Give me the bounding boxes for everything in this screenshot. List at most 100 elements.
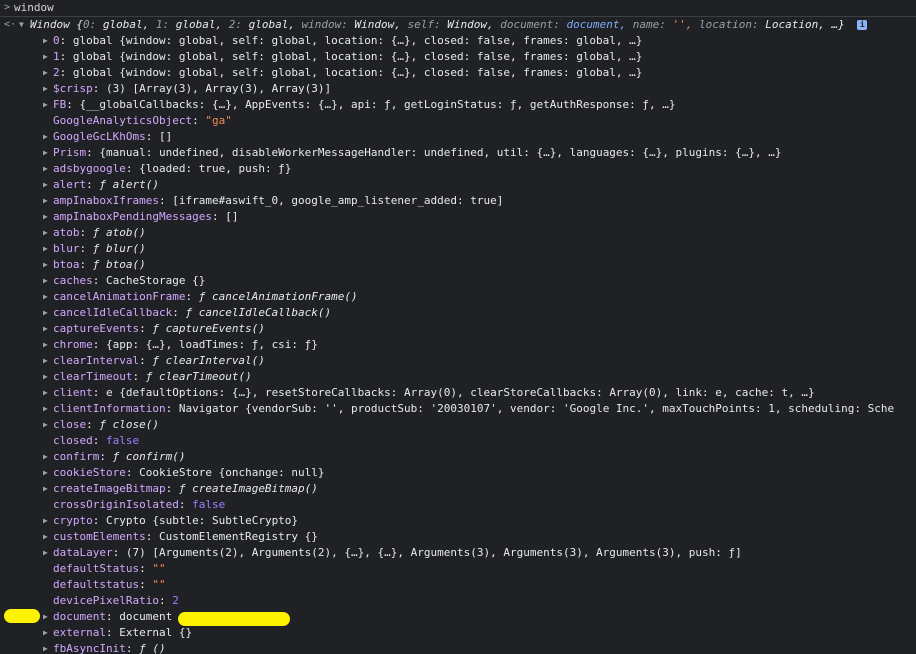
expand-triangle-icon[interactable]: ▶ bbox=[43, 401, 48, 417]
summary-key: 2: bbox=[228, 18, 249, 31]
summary-value: Window, bbox=[447, 18, 501, 31]
property-row[interactable]: ▶ ampInaboxIframes: [iframe#aswift_0, goo… bbox=[0, 193, 916, 209]
expand-triangle-icon[interactable]: ▶ bbox=[43, 449, 48, 465]
property-row[interactable]: ▶ atob: ƒ atob() bbox=[0, 225, 916, 241]
summary-key: document: bbox=[500, 18, 567, 31]
property-row[interactable]: ▶ dataLayer: (7) [Arguments(2), Arguments… bbox=[0, 545, 916, 561]
expand-triangle-icon[interactable]: ▶ bbox=[43, 481, 48, 497]
info-icon[interactable]: i bbox=[857, 20, 868, 30]
expand-triangle-icon[interactable]: ▶ bbox=[43, 545, 48, 561]
expand-triangle-icon[interactable]: ▶ bbox=[43, 609, 48, 625]
property-row[interactable]: ▶ FB: {__globalCallbacks: {…}, AppEvents:… bbox=[0, 97, 916, 113]
property-row[interactable]: ▶ client: e {defaultOptions: {…}, resetSt… bbox=[0, 385, 916, 401]
property-value: e {defaultOptions: {…}, resetStoreCallba… bbox=[106, 386, 815, 399]
expand-triangle-icon[interactable]: ▶ bbox=[43, 161, 48, 177]
property-value: (7) [Arguments(2), Arguments(2), {…}, {…… bbox=[125, 546, 742, 559]
expand-triangle-icon[interactable]: ▶ bbox=[43, 49, 48, 65]
property-row[interactable]: ▶ GoogleGcLKhOms: [] bbox=[0, 129, 916, 145]
property-key: external bbox=[53, 626, 106, 639]
property-key: FB bbox=[53, 98, 67, 111]
expand-triangle-icon[interactable]: ▶ bbox=[43, 145, 48, 161]
expand-triangle-icon[interactable]: ▶ bbox=[43, 65, 48, 81]
expand-triangle-icon[interactable]: ▶ bbox=[43, 321, 48, 337]
result-summary[interactable]: <· ▼ Window {0: global, 1: global, 2: gl… bbox=[0, 17, 916, 33]
expand-triangle-icon[interactable]: ▶ bbox=[43, 97, 48, 113]
property-value: ƒ alert() bbox=[99, 178, 159, 191]
property-value: ƒ confirm() bbox=[112, 450, 186, 463]
expand-triangle-icon[interactable]: ▶ bbox=[43, 129, 48, 145]
property-row[interactable]: ▶ 1: global {window: global, self: global… bbox=[0, 49, 916, 65]
property-row[interactable]: ▶ 2: global {window: global, self: global… bbox=[0, 65, 916, 81]
property-colon: : bbox=[86, 418, 100, 431]
property-row[interactable]: ▶ btoa: ƒ btoa() bbox=[0, 257, 916, 273]
expand-triangle-icon[interactable]: ▼ bbox=[19, 17, 24, 33]
property-row[interactable]: ▶ clientInformation: Navigator {vendorSub… bbox=[0, 401, 916, 417]
expand-triangle-icon[interactable]: ▶ bbox=[43, 257, 48, 273]
property-row[interactable]: ▶ $crisp: (3) [Array(3), Array(3), Array(… bbox=[0, 81, 916, 97]
property-row[interactable]: ▶ alert: ƒ alert() bbox=[0, 177, 916, 193]
property-value: "ga" bbox=[205, 114, 232, 127]
property-value: (3) [Array(3), Array(3), Array(3)] bbox=[106, 82, 332, 95]
expand-triangle-icon[interactable]: ▶ bbox=[43, 337, 48, 353]
console-input-line[interactable]: > window bbox=[0, 0, 916, 17]
expand-triangle-icon[interactable]: ▶ bbox=[43, 353, 48, 369]
property-row[interactable]: ▶ captureEvents: ƒ captureEvents() bbox=[0, 321, 916, 337]
expand-triangle-icon[interactable]: ▶ bbox=[43, 273, 48, 289]
property-row[interactable]: ▶ caches: CacheStorage {} bbox=[0, 273, 916, 289]
property-row[interactable]: ▶ customElements: CustomElementRegistry {… bbox=[0, 529, 916, 545]
property-row: closed: false bbox=[0, 433, 916, 449]
property-row[interactable]: ▶ cookieStore: CookieStore {onchange: nul… bbox=[0, 465, 916, 481]
property-colon: : bbox=[165, 402, 179, 415]
property-key: ampInaboxIframes bbox=[53, 194, 159, 207]
property-row[interactable]: ▶ chrome: {app: {…}, loadTimes: ƒ, csi: ƒ… bbox=[0, 337, 916, 353]
summary-key: name: bbox=[632, 18, 673, 31]
property-row[interactable]: ▶ external: External {} bbox=[0, 625, 916, 641]
expand-triangle-icon[interactable]: ▶ bbox=[43, 289, 48, 305]
summary-value: global, bbox=[102, 18, 156, 31]
property-colon: : bbox=[92, 82, 106, 95]
property-row[interactable]: ▶ adsbygoogle: {loaded: true, push: ƒ} bbox=[0, 161, 916, 177]
expand-triangle-icon[interactable]: ▶ bbox=[43, 641, 48, 654]
property-colon: : bbox=[145, 530, 159, 543]
property-key: $crisp bbox=[53, 82, 93, 95]
expand-triangle-icon[interactable]: ▶ bbox=[43, 465, 48, 481]
expand-triangle-icon[interactable]: ▶ bbox=[43, 209, 48, 225]
expand-triangle-icon[interactable]: ▶ bbox=[43, 225, 48, 241]
property-row[interactable]: ▶ cancelAnimationFrame: ƒ cancelAnimation… bbox=[0, 289, 916, 305]
expand-triangle-icon[interactable]: ▶ bbox=[43, 417, 48, 433]
property-colon: : bbox=[132, 370, 146, 383]
expand-triangle-icon[interactable]: ▶ bbox=[43, 305, 48, 321]
property-row[interactable]: ▶ crypto: Crypto {subtle: SubtleCrypto} bbox=[0, 513, 916, 529]
property-key: btoa bbox=[53, 258, 80, 271]
property-row[interactable]: ▶ ampInaboxPendingMessages: [] bbox=[0, 209, 916, 225]
property-row[interactable]: ▶ blur: ƒ blur() bbox=[0, 241, 916, 257]
property-row[interactable]: ▶ cancelIdleCallback: ƒ cancelIdleCallbac… bbox=[0, 305, 916, 321]
property-colon: : bbox=[185, 290, 199, 303]
expand-triangle-icon[interactable]: ▶ bbox=[43, 625, 48, 641]
property-row[interactable]: ▶ createImageBitmap: ƒ createImageBitmap(… bbox=[0, 481, 916, 497]
property-row[interactable]: ▶ Prism: {manual: undefined, disableWorke… bbox=[0, 145, 916, 161]
property-key: blur bbox=[53, 242, 80, 255]
expand-triangle-icon[interactable]: ▶ bbox=[43, 513, 48, 529]
property-row: crossOriginIsolated: false bbox=[0, 497, 916, 513]
property-key: crypto bbox=[53, 514, 93, 527]
expand-triangle-icon[interactable]: ▶ bbox=[43, 33, 48, 49]
expand-triangle-icon[interactable]: ▶ bbox=[43, 241, 48, 257]
expand-triangle-icon[interactable]: ▶ bbox=[43, 177, 48, 193]
property-row[interactable]: ▶ clearInterval: ƒ clearInterval() bbox=[0, 353, 916, 369]
expand-triangle-icon[interactable]: ▶ bbox=[43, 369, 48, 385]
property-key: dataLayer bbox=[53, 546, 113, 559]
property-row[interactable]: ▶ close: ƒ close() bbox=[0, 417, 916, 433]
expand-triangle-icon[interactable]: ▶ bbox=[43, 81, 48, 97]
property-row[interactable]: ▶ 0: global {window: global, self: global… bbox=[0, 33, 916, 49]
property-row[interactable]: ▶ clearTimeout: ƒ clearTimeout() bbox=[0, 369, 916, 385]
expand-triangle-icon[interactable]: ▶ bbox=[43, 529, 48, 545]
property-key: GoogleGcLKhOms bbox=[53, 130, 146, 143]
property-row[interactable]: ▶ confirm: ƒ confirm() bbox=[0, 449, 916, 465]
property-key: client bbox=[53, 386, 93, 399]
property-row[interactable]: ▶ fbAsyncInit: ƒ () bbox=[0, 641, 916, 654]
expand-triangle-icon[interactable]: ▶ bbox=[43, 385, 48, 401]
property-row[interactable]: ▶ document: document bbox=[0, 609, 916, 625]
summary-value: global, bbox=[248, 18, 302, 31]
expand-triangle-icon[interactable]: ▶ bbox=[43, 193, 48, 209]
